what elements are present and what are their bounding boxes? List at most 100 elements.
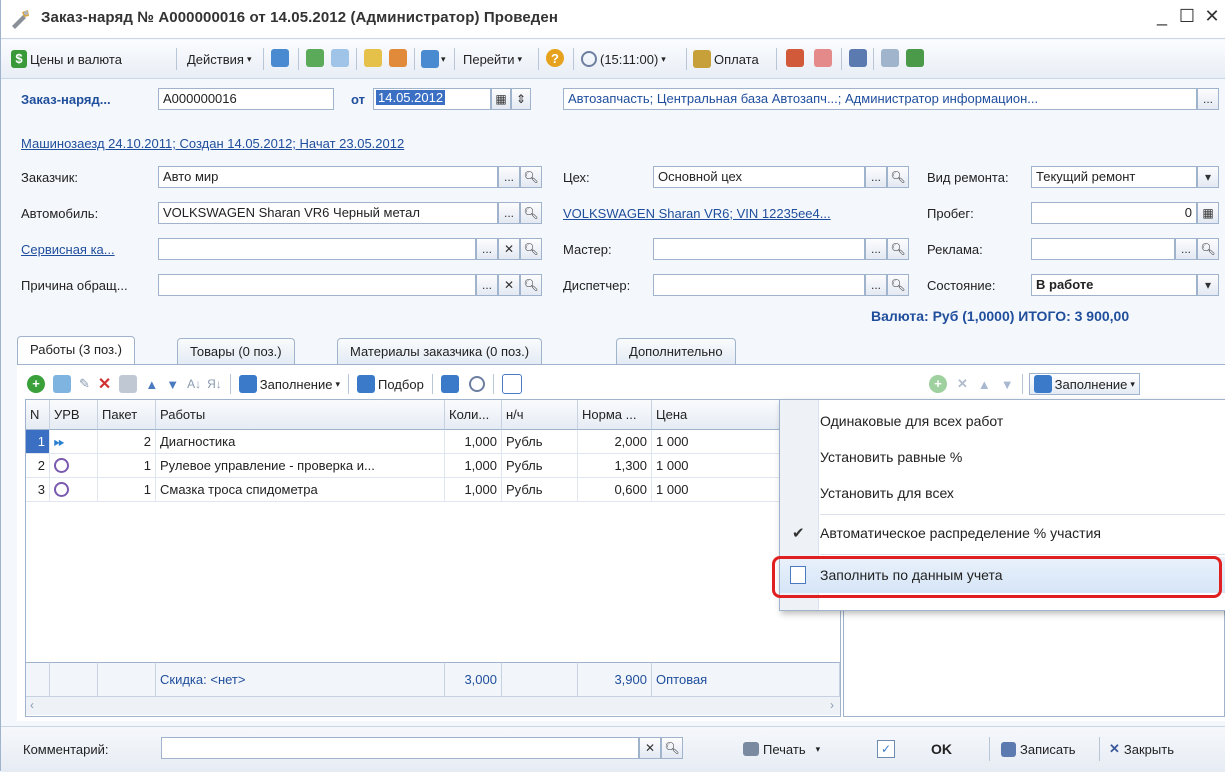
table-row-work[interactable]: Рулевое управление - проверка и... (156, 454, 445, 478)
parts-icon[interactable] (786, 49, 804, 67)
org-select-button[interactable]: ... (1197, 88, 1219, 110)
menu-item-same-for-all[interactable]: Одинаковые для всех работ (820, 402, 1003, 440)
delete-right-icon[interactable]: ✕ (957, 376, 968, 392)
post-row-icon[interactable] (119, 375, 138, 393)
workshop-search-icon[interactable]: 🔍︎ (887, 166, 909, 188)
ad-search-icon[interactable]: 🔍︎ (1197, 238, 1219, 260)
works-table[interactable]: N УРВ Пакет Работы Коли... н/ч Норма ...… (25, 399, 841, 717)
scroll-right-icon[interactable]: › (830, 698, 834, 712)
copy-icon[interactable] (331, 49, 349, 67)
service-card-search-icon[interactable]: 🔍︎ (520, 238, 542, 260)
car-field[interactable]: VOLKSWAGEN Sharan VR6 Черный метал (158, 202, 498, 224)
comment-search-icon[interactable]: 🔍︎ (661, 737, 683, 759)
table-row-unit[interactable]: Рубль (502, 454, 578, 478)
structure-icon[interactable] (389, 49, 407, 67)
col-works[interactable]: Работы (156, 400, 445, 430)
print-button[interactable]: Печать ▾ (743, 739, 820, 759)
goto-menu[interactable]: Перейти ▾ (463, 49, 522, 69)
tree-icon[interactable] (849, 49, 867, 67)
col-n[interactable]: N (26, 400, 50, 430)
sort-desc-icon[interactable]: Я↓ (207, 377, 222, 391)
state-dropdown[interactable]: ▾ (1197, 274, 1219, 296)
table-row-qty[interactable]: 1,000 (445, 454, 502, 478)
master-select-button[interactable]: ... (865, 238, 887, 260)
table-row-work[interactable]: Смазка троса спидометра (156, 478, 445, 502)
checkbox-icon[interactable]: ✓ (877, 740, 895, 758)
reason-clear-icon[interactable]: ✕ (498, 274, 520, 296)
down-right-icon[interactable]: ▼ (1001, 377, 1014, 392)
table-row-unit[interactable]: Рубль (502, 478, 578, 502)
tab-goods[interactable]: Товары (0 поз.) (177, 338, 295, 364)
time-button[interactable]: (15:11:00) ▾ (581, 49, 666, 69)
customer-select-button[interactable]: ... (498, 166, 520, 188)
edit-icon[interactable]: ✎ (79, 376, 90, 392)
move-down-icon[interactable]: ▼ (166, 377, 179, 392)
scroll-left-icon[interactable]: ‹ (30, 698, 34, 712)
table-row-n[interactable]: 2 (26, 454, 50, 478)
tab-additional[interactable]: Дополнительно (616, 338, 736, 364)
excel-icon[interactable] (906, 49, 924, 67)
table-row-unit[interactable]: Рубль (502, 430, 578, 454)
history-link[interactable]: Машинозаезд 24.10.2011; Создан 14.05.201… (21, 136, 404, 151)
close-form-button[interactable]: ✕ Закрыть (1109, 739, 1174, 759)
move-up-icon[interactable]: ▲ (145, 377, 158, 392)
service-card-clear-icon[interactable]: ✕ (498, 238, 520, 260)
dispatcher-select-button[interactable]: ... (865, 274, 887, 296)
fill-data-icon[interactable] (501, 374, 522, 394)
table-row-pack[interactable]: 1 (98, 454, 156, 478)
dispatcher-field[interactable] (653, 274, 865, 296)
table-row-norm[interactable]: 0,600 (578, 478, 652, 502)
save-button[interactable]: Записать (1001, 739, 1076, 759)
delete-icon[interactable]: ✕ (98, 374, 111, 394)
table-row-norm[interactable]: 2,000 (578, 430, 652, 454)
menu-item-auto-distribution[interactable]: Автоматическое распределение % участия (820, 514, 1101, 552)
repair-type-dropdown[interactable]: ▾ (1197, 166, 1219, 188)
table-row-pack[interactable]: 2 (98, 430, 156, 454)
copy-row-icon[interactable] (53, 375, 71, 393)
table-row-n[interactable]: 1 (26, 430, 50, 454)
menu-item-set-for-all[interactable]: Установить для всех (820, 474, 954, 512)
maximize-button[interactable]: ☐ (1176, 6, 1198, 27)
master-field[interactable] (653, 238, 865, 260)
refresh-icon[interactable] (306, 49, 324, 67)
up-right-icon[interactable]: ▲ (978, 377, 991, 392)
table-row-pack[interactable]: 1 (98, 478, 156, 502)
create-based-button[interactable]: ▾ (421, 49, 446, 69)
chart-icon[interactable] (814, 49, 832, 67)
doc-number-field[interactable]: А000000016 (158, 88, 334, 110)
workshop-select-button[interactable]: ... (865, 166, 887, 188)
org-info-field[interactable]: Автозапчасть; Центральная база Автозапч.… (563, 88, 1197, 110)
table-row-qty[interactable]: 1,000 (445, 430, 502, 454)
add-right-icon[interactable]: + (929, 375, 947, 393)
menu-item-equal-percent[interactable]: Установить равные % (820, 438, 962, 476)
car-select-button[interactable]: ... (498, 202, 520, 224)
prices-button[interactable]: $ Цены и валюта (11, 49, 122, 69)
fill-menu-button[interactable]: Заполнение ▾ (238, 375, 340, 393)
pick-button[interactable]: Подбор (357, 375, 424, 393)
table-row-qty[interactable]: 1,000 (445, 478, 502, 502)
ad-field[interactable] (1031, 238, 1175, 260)
car-search-icon[interactable]: 🔍︎ (520, 202, 542, 224)
table-row-work[interactable]: Диагностика (156, 430, 445, 454)
col-qty[interactable]: Коли... (445, 400, 502, 430)
mileage-field[interactable]: 0 (1031, 202, 1197, 224)
add-icon[interactable]: + (27, 375, 45, 393)
fill-right-button[interactable]: Заполнение ▾ (1028, 373, 1140, 395)
document-icon[interactable] (364, 49, 382, 67)
dispatcher-search-icon[interactable]: 🔍︎ (887, 274, 909, 296)
state-field[interactable]: В работе (1031, 274, 1197, 296)
horizontal-scrollbar[interactable]: ‹ › (26, 696, 840, 715)
calendar-icon[interactable]: ▦ (491, 88, 511, 110)
date-spin-button[interactable]: ⇕ (511, 88, 531, 110)
calculator-icon[interactable]: ▦ (1197, 202, 1219, 224)
car-link[interactable]: VOLKSWAGEN Sharan VR6; VIN 12235ee4... (563, 206, 831, 221)
table-icon[interactable] (440, 375, 459, 393)
tab-works[interactable]: Работы (3 поз.) (17, 336, 135, 364)
ok-button[interactable]: OK (931, 739, 952, 759)
help-icon[interactable]: ? (546, 49, 564, 67)
ad-select-button[interactable]: ... (1175, 238, 1197, 260)
post-icon[interactable] (271, 49, 289, 67)
tab-customer-materials[interactable]: Материалы заказчика (0 поз.) (337, 338, 543, 364)
service-card-field[interactable] (158, 238, 476, 260)
col-unit[interactable]: н/ч (502, 400, 578, 430)
